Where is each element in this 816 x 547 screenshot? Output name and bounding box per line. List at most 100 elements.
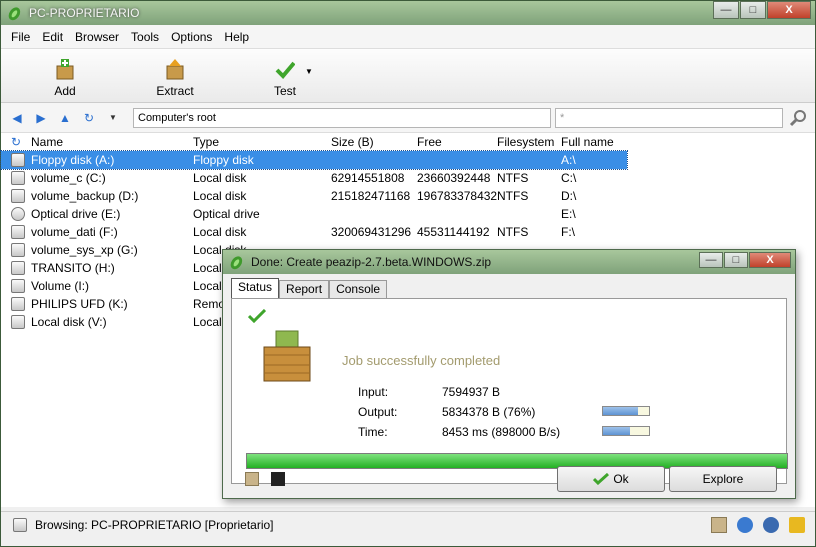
time-value: 8453 ms (898000 B/s) <box>442 425 561 439</box>
speed-bar <box>602 426 650 436</box>
status-bar: Browsing: PC-PROPRIETARIO [Proprietario] <box>1 511 815 537</box>
refresh-icon[interactable]: ↻ <box>1 135 31 149</box>
column-free[interactable]: Free <box>417 135 497 149</box>
output-value: 5834378 B (76%) <box>442 405 536 419</box>
menu-file[interactable]: File <box>5 30 36 44</box>
add-icon <box>56 59 74 80</box>
peazip-logo-icon <box>230 256 243 270</box>
lock-icon[interactable] <box>789 516 805 533</box>
dialog-title: Done: Create peazip-2.7.beta.WINDOWS.zip <box>251 255 492 269</box>
table-row[interactable]: Optical drive (E:) Optical drive E:\ <box>1 205 815 223</box>
forward-arrow-icon[interactable]: ▶ <box>33 110 49 126</box>
output-ratio-fill <box>603 407 638 415</box>
minimize-button[interactable]: — <box>713 1 739 19</box>
drive-size: 320069431296 <box>331 225 412 239</box>
column-full-name[interactable]: Full name <box>561 135 627 149</box>
tab-status[interactable]: Status <box>231 278 280 298</box>
drive-icon-cell <box>1 207 31 221</box>
drive-icon <box>11 171 25 185</box>
toolbar-more-dropdown[interactable]: ▼ <box>305 67 313 76</box>
extract-icon <box>166 59 184 80</box>
drive-icon-cell <box>1 225 31 239</box>
table-row[interactable]: volume_backup (D:) Local disk 215182471168… <box>1 187 815 205</box>
drive-icon <box>11 315 25 329</box>
drive-type: Local disk <box>193 171 247 185</box>
drive-icon-cell <box>1 297 31 311</box>
clipboard-icon[interactable] <box>711 516 727 533</box>
column-filesystem[interactable]: Filesystem <box>497 135 561 149</box>
drive-icon <box>11 153 25 167</box>
dialog-close-button[interactable]: X <box>749 252 791 268</box>
ok-button[interactable]: Ok <box>557 466 665 492</box>
drive-icon <box>13 517 27 532</box>
menu-options[interactable]: Options <box>165 30 218 44</box>
network-icon[interactable] <box>763 516 779 533</box>
dialog-minimize-button[interactable]: — <box>699 252 723 268</box>
drive-icon <box>11 297 25 311</box>
input-label: Input: <box>358 385 389 399</box>
add-button[interactable]: Add <box>35 58 95 102</box>
input-value: 7594937 B <box>442 385 501 399</box>
column-type[interactable]: Type <box>193 135 331 149</box>
refresh-icon[interactable]: ↻ <box>81 110 97 126</box>
drive-icon <box>11 261 25 275</box>
back-arrow-icon[interactable]: ◀ <box>9 110 25 126</box>
success-check-icon <box>248 309 266 323</box>
drive-type: Floppy disk <box>193 153 254 167</box>
drive-filesystem: NTFS <box>497 189 529 203</box>
drive-filesystem: NTFS <box>497 225 529 239</box>
checkmark-icon <box>275 61 295 79</box>
status-text: Browsing: PC-PROPRIETARIO [Proprietario] <box>35 517 274 532</box>
column-size[interactable]: Size (B) <box>331 135 417 149</box>
drive-type: Optical drive <box>193 207 260 221</box>
menu-edit[interactable]: Edit <box>36 30 69 44</box>
operation-dialog: Done: Create peazip-2.7.beta.WINDOWS.zip… <box>222 249 796 499</box>
menu-help[interactable]: Help <box>218 30 255 44</box>
status-panel: Job successfully completed Input: 759493… <box>231 298 788 484</box>
maximize-button[interactable]: □ <box>740 1 766 19</box>
search-icon[interactable] <box>789 109 807 127</box>
address-input[interactable] <box>133 107 551 128</box>
toolbar: Add Extract Test ▼ <box>1 49 815 103</box>
drive-icon-cell <box>1 315 31 329</box>
drive-icon <box>11 207 25 221</box>
history-dropdown-icon[interactable]: ▼ <box>105 110 121 126</box>
drive-icon-cell <box>1 279 31 293</box>
extract-button[interactable]: Extract <box>145 58 205 102</box>
tab-report[interactable]: Report <box>279 280 330 298</box>
tab-console[interactable]: Console <box>329 280 388 298</box>
drive-type: Local disk <box>193 189 247 203</box>
up-arrow-icon[interactable]: ▲ <box>57 110 73 126</box>
output-ratio-bar <box>602 406 650 416</box>
ok-label: Ok <box>613 472 629 486</box>
filter-input[interactable] <box>555 107 783 128</box>
table-row[interactable]: Floppy disk (A:) Floppy disk A:\ <box>0 150 628 170</box>
menu-tools[interactable]: Tools <box>125 30 165 44</box>
drive-name: Volume (I:) <box>31 279 90 293</box>
table-row[interactable]: volume_dati (F:) Local disk 320069431296 45… <box>1 223 815 241</box>
table-row[interactable]: volume_c (C:) Local disk 62914551808 236603… <box>1 169 815 187</box>
drive-icon <box>11 243 25 257</box>
drive-icon <box>11 279 25 293</box>
dialog-tabs: Status Report Console <box>223 278 795 298</box>
dialog-maximize-button[interactable]: □ <box>724 252 748 268</box>
globe-icon[interactable] <box>737 516 753 533</box>
drive-full-name: E:\ <box>561 207 576 221</box>
drive-name: volume_dati (F:) <box>31 225 118 239</box>
test-button[interactable]: Test <box>255 58 315 102</box>
drive-filesystem: NTFS <box>497 171 529 185</box>
output-label: Output: <box>358 405 398 419</box>
time-label: Time: <box>358 425 388 439</box>
close-button[interactable]: X <box>767 1 811 19</box>
drive-size: 215182471168 <box>331 189 411 203</box>
menu-browser[interactable]: Browser <box>69 30 125 44</box>
menu-bar: File Edit Browser Tools Options Help <box>1 25 815 49</box>
console-icon[interactable] <box>271 472 285 486</box>
drive-name: Optical drive (E:) <box>31 207 121 221</box>
column-name[interactable]: Name <box>31 135 193 149</box>
title-bar: PC-PROPRIETARIO — □ X <box>1 1 815 25</box>
drive-size: 62914551808 <box>331 171 405 185</box>
explore-button[interactable]: Explore <box>669 466 777 492</box>
clipboard-icon[interactable] <box>245 472 259 486</box>
archive-box-icon <box>263 330 311 382</box>
